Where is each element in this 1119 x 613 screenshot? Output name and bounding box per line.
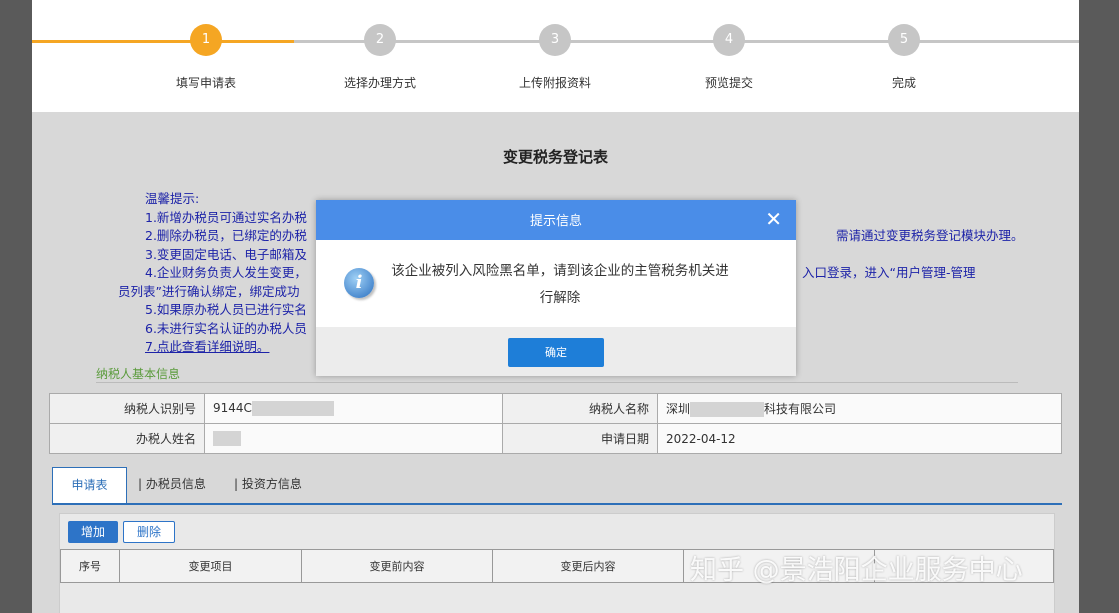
alert-dialog: 提示信息 ✕ i 该企业被列入风险黑名单，请到该企业的主管税务机关进行解除 确定	[316, 200, 796, 376]
tab-investor-info[interactable]: | 投资方信息	[234, 467, 302, 501]
confirm-button[interactable]: 确定	[508, 338, 604, 367]
column-header: 变更后内容	[492, 549, 684, 583]
detail-link[interactable]: 7.点此查看详细说明。	[145, 339, 269, 354]
watermark: 知乎 @景浩阳企业服务中心	[690, 555, 1023, 586]
step-number: 3	[539, 24, 571, 56]
column-header: 变更项目	[119, 549, 302, 583]
close-icon[interactable]: ✕	[765, 200, 782, 238]
section-title-basic-info: 纳税人基本信息	[96, 367, 181, 381]
column-header: 变更前内容	[301, 549, 493, 583]
step-number: 5	[888, 24, 920, 56]
section-divider	[96, 382, 1018, 383]
tip-line-2-left: 2.删除办税员，已绑定的办税	[145, 228, 307, 243]
column-header: 序号	[60, 549, 120, 583]
tin-label: 纳税人识别号	[49, 393, 205, 424]
step-4: 4 预览提交	[654, 24, 804, 91]
step-number: 2	[364, 24, 396, 56]
tin-value: 9144C	[213, 401, 252, 415]
tab-bar: 申请表 | 办税员信息 | 投资方信息	[52, 467, 1062, 505]
dialog-footer: 确定	[316, 327, 796, 376]
tab-label: 投资方信息	[241, 477, 302, 491]
taxpayer-info-table: 纳税人识别号 9144C 纳税人名称 深圳 科技有限公司 办税人姓名 申请日期 2…	[49, 393, 1063, 454]
add-button[interactable]: 增加	[68, 521, 118, 543]
handler-value-cell	[204, 423, 503, 454]
redacted-blur	[689, 402, 764, 417]
tab-tax-handler-info[interactable]: | 办税员信息	[138, 467, 206, 501]
step-progress-bar: 1 填写申请表 2 选择办理方式 3 上传附报资料 4 预览提交 5 完成	[32, 0, 1079, 112]
dialog-message: 该企业被列入风险黑名单，请到该企业的主管税务机关进行解除	[391, 263, 729, 306]
dialog-header: 提示信息 ✕	[316, 200, 796, 240]
delete-button[interactable]: 删除	[123, 521, 175, 543]
tip-line-2-right: 需请通过变更税务登记模块办理。	[836, 228, 1024, 243]
name-suffix: 科技有限公司	[763, 402, 836, 416]
handler-label: 办税人姓名	[49, 423, 205, 454]
date-value: 2022-04-12	[656, 423, 1063, 454]
tip-line-4-right: 入口登录，进入“用户管理-管理	[802, 265, 976, 280]
dialog-title: 提示信息	[529, 214, 582, 229]
redacted-blur	[251, 401, 334, 416]
step-number: 4	[713, 24, 745, 56]
tab-application-form[interactable]: 申请表	[52, 467, 127, 503]
name-prefix: 深圳	[665, 402, 690, 416]
step-label: 预览提交	[704, 76, 753, 90]
form-title: 变更税务登记表	[502, 148, 608, 166]
tip-line-4-left: 4.企业财务负责人发生变更，	[145, 265, 307, 280]
step-label: 填写申请表	[175, 76, 236, 90]
dialog-body: i 该企业被列入风险黑名单，请到该企业的主管税务机关进行解除	[316, 240, 796, 327]
step-3: 3 上传附报资料	[480, 24, 630, 91]
redacted-blur	[213, 431, 241, 446]
step-5: 5 完成	[829, 24, 979, 91]
step-number: 1	[190, 24, 222, 56]
step-label: 选择办理方式	[343, 76, 416, 90]
step-2: 2 选择办理方式	[305, 24, 455, 91]
name-label: 纳税人名称	[501, 393, 658, 424]
date-label: 申请日期	[501, 423, 658, 454]
tab-label: 办税员信息	[145, 477, 206, 491]
info-icon: i	[344, 268, 374, 298]
step-1: 1 填写申请表	[131, 24, 281, 91]
name-value-cell: 深圳 科技有限公司	[656, 393, 1063, 424]
step-label: 完成	[891, 76, 916, 90]
step-label: 上传附报资料	[518, 76, 591, 90]
tin-value-cell: 9144C	[204, 393, 503, 424]
